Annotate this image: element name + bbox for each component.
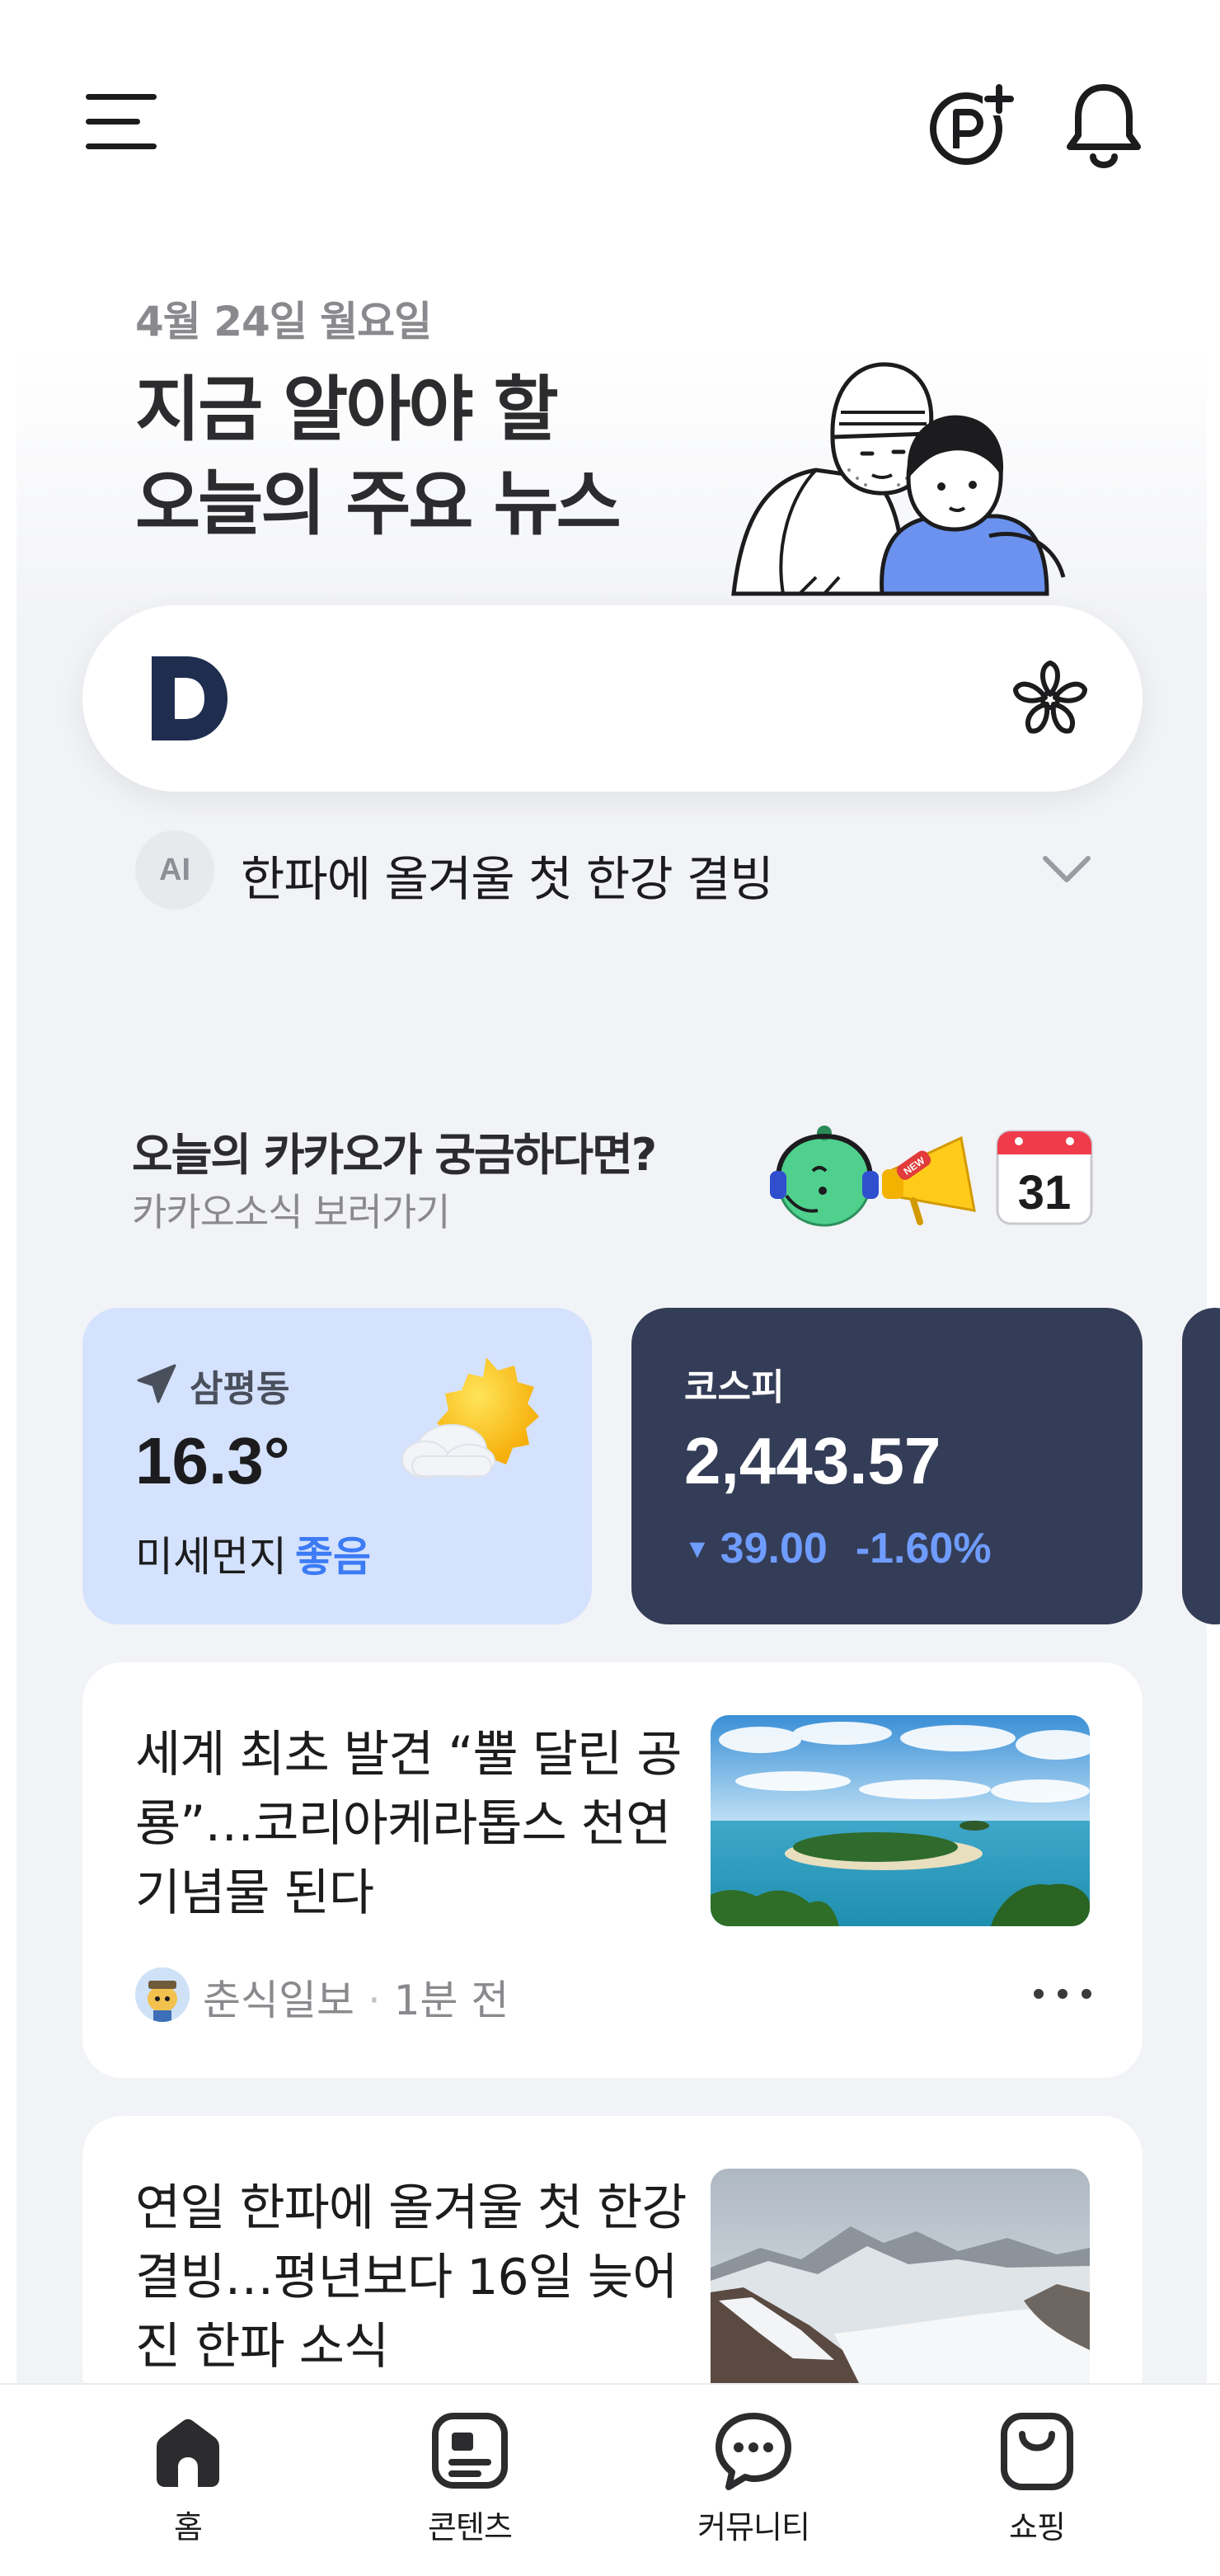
page-edge-left	[0, 0, 16, 2383]
kakao-news-promo[interactable]: 오늘의 카카오가 궁금하다면? 카카오소식 보러가기 NEW 31	[132, 1105, 1096, 1237]
nav-label: 쇼핑	[1009, 2509, 1066, 2545]
publisher-name[interactable]: 춘식일보	[203, 1977, 354, 2024]
promo-subtitle: 카카오소식 보러가기	[132, 1190, 451, 1234]
search-bar[interactable]	[82, 605, 1143, 792]
bottom-navigation: 홈 콘텐츠 커뮤니티 쇼핑	[0, 2383, 1220, 2576]
next-widget-peek[interactable]	[1182, 1308, 1220, 1624]
ai-summary-row[interactable]: AI 한파에 올겨울 첫 한강 결빙	[135, 829, 1091, 911]
stock-change: 39.00	[720, 1525, 828, 1572]
promo-title: 오늘의 카카오가 궁금하다면?	[132, 1129, 657, 1181]
publisher-avatar[interactable]	[135, 1967, 190, 2022]
nav-label: 콘텐츠	[428, 2509, 513, 2545]
calendar-icon: 31	[996, 1130, 1093, 1225]
nav-label: 홈	[174, 2509, 203, 2545]
contents-icon	[432, 2413, 508, 2489]
news-card[interactable]: 연일 한파에 올겨울 첫 한강 결빙…평년보다 16일 늦어진 한파 소식	[82, 2116, 1143, 2413]
bell-icon[interactable]	[1063, 81, 1144, 168]
menu-icon[interactable]	[82, 89, 162, 155]
ai-badge: AI	[135, 830, 214, 910]
publish-time: 1분 전	[393, 1977, 509, 2024]
stock-name: 코스피	[684, 1366, 785, 1408]
page-edge-right	[1207, 0, 1220, 2383]
home-page: 4월 24일 월요일 지금 알아야 할 오늘의 주요 뉴스 AI 한파에 올겨울…	[0, 0, 1220, 2576]
chat-bubble-icon	[716, 2413, 791, 2490]
news-title[interactable]: 연일 한파에 올겨울 첫 한강 결빙…평년보다 16일 늦어진 한파 소식	[135, 2174, 696, 2381]
nav-home[interactable]: 홈	[97, 2409, 279, 2558]
news-source-row: 춘식일보 · 1분 전	[135, 1963, 1091, 2024]
down-triangle-icon: ▼	[684, 1534, 711, 1563]
nav-community[interactable]: 커뮤니티	[663, 2409, 844, 2558]
page-title: 지금 알아야 할 오늘의 주요 뉴스	[135, 369, 622, 545]
home-icon	[157, 2419, 219, 2487]
flower-icon[interactable]	[1009, 658, 1091, 740]
character-headset-icon	[770, 1126, 879, 1227]
chevron-down-icon[interactable]	[1042, 848, 1091, 890]
point-plus-icon[interactable]	[927, 82, 1019, 168]
megaphone-icon: NEW	[882, 1135, 976, 1225]
partly-sunny-icon	[401, 1357, 539, 1478]
location-name: 삼평동	[190, 1368, 290, 1410]
stock-widget[interactable]: 코스피 2,443.57 ▼ 39.00 -1.60%	[631, 1308, 1143, 1624]
snowy-mountain-thumbnail[interactable]	[711, 2169, 1090, 2413]
news-title[interactable]: 세계 최초 발견 “뿔 달린 공룡”…코리아케라톱스 천연기념물 된다	[135, 1720, 696, 1928]
weather-widget[interactable]: 삼평동 16.3° 미세먼지 좋음	[82, 1308, 592, 1624]
calendar-day: 31	[1018, 1166, 1072, 1220]
date-label: 4월 24일 월요일	[135, 298, 432, 346]
shopping-bag-icon	[1001, 2413, 1073, 2490]
stock-value: 2,443.57	[684, 1424, 941, 1497]
daum-logo	[152, 656, 228, 740]
fine-dust-label: 미세먼지	[135, 1533, 287, 1581]
reading-people-illustration	[731, 362, 1066, 596]
more-options-icon[interactable]	[1034, 1982, 1091, 2007]
temperature: 16.3°	[135, 1424, 290, 1497]
publisher-meta: 춘식일보 · 1분 전	[203, 1977, 509, 2024]
ai-summary-text: 한파에 올겨울 첫 한강 결빙	[241, 851, 774, 907]
nav-shopping[interactable]: 쇼핑	[946, 2409, 1128, 2558]
location-arrow-icon	[137, 1364, 176, 1403]
stock-change-row: ▼ 39.00 -1.60%	[684, 1524, 992, 1573]
nav-contents[interactable]: 콘텐츠	[379, 2409, 561, 2558]
nav-label: 커뮤니티	[697, 2509, 810, 2545]
island-thumbnail[interactable]	[711, 1715, 1090, 1926]
fine-dust-row: 미세먼지 좋음	[135, 1524, 371, 1583]
news-card[interactable]: 세계 최초 발견 “뿔 달린 공룡”…코리아케라톱스 천연기념물 된다 춘식일보…	[82, 1662, 1143, 2078]
fine-dust-level: 좋음	[295, 1533, 371, 1581]
promo-icons: NEW 31	[770, 1126, 1093, 1227]
stock-change-percent: -1.60%	[855, 1525, 992, 1572]
